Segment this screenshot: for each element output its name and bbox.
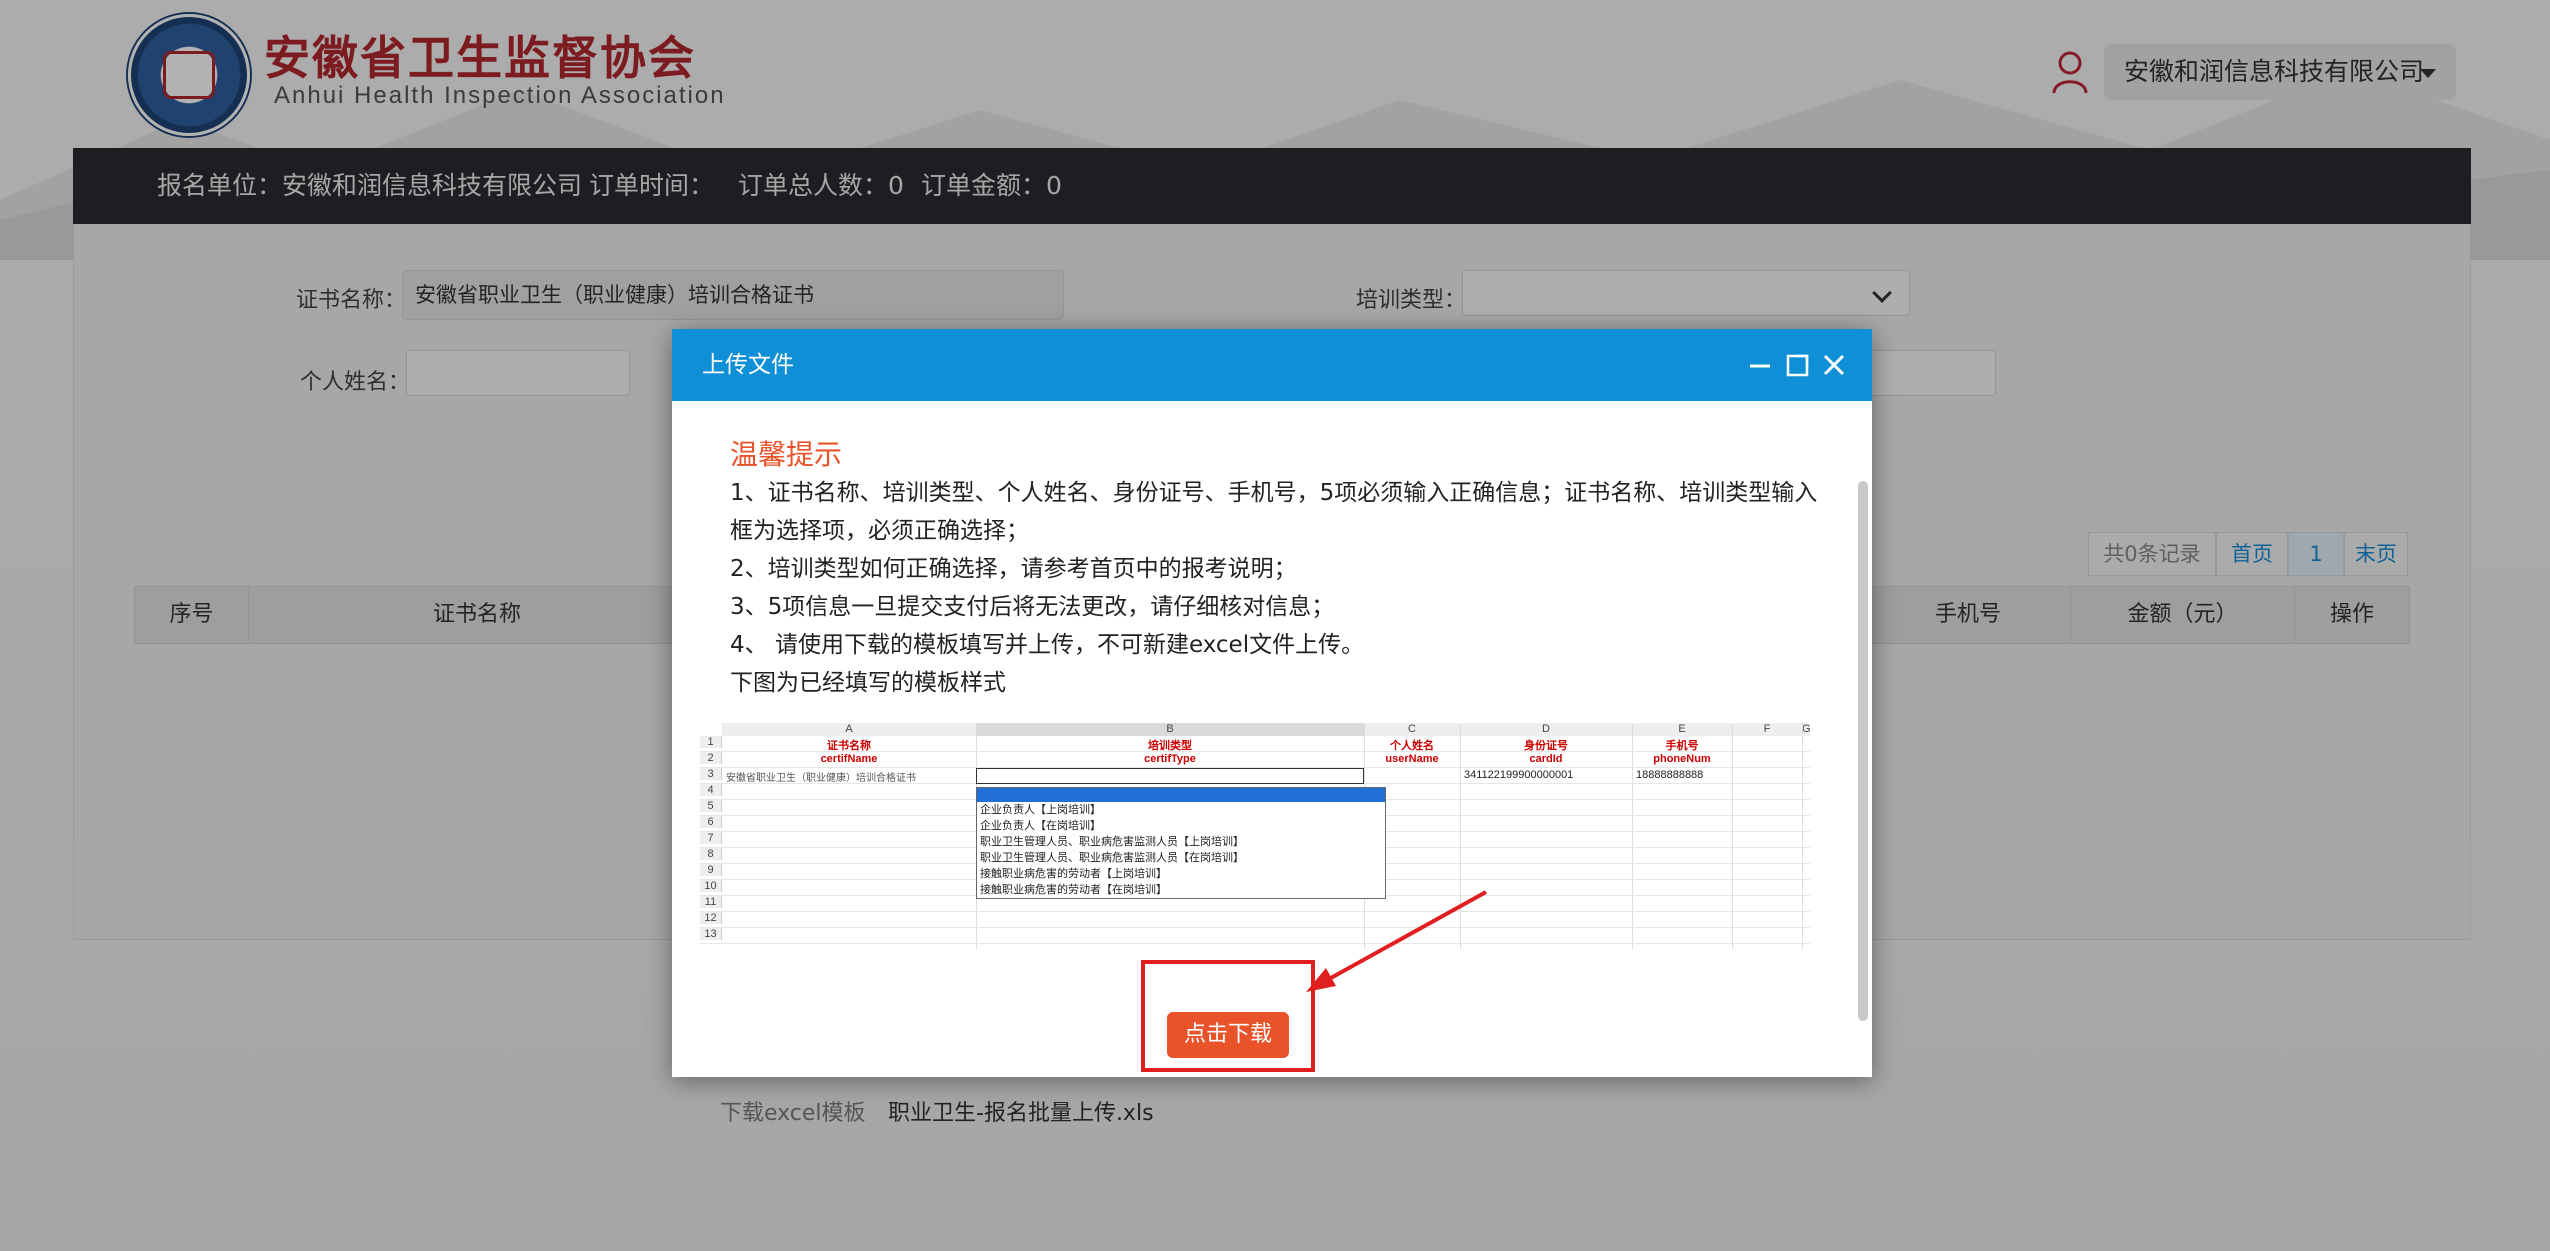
- modal-header: 上传文件: [672, 329, 1872, 401]
- sheet-header-cn: 手机号: [1665, 740, 1699, 752]
- tip-line-4: 4、 请使用下载的模板填写并上传，不可新建excel文件上传。: [730, 632, 1365, 658]
- download-template-label: 下载excel模板: [720, 1101, 866, 1126]
- template-sample-image: A B C D E F G 1 2 3 4 5 6 7 8 9 10 11 12…: [700, 723, 1810, 949]
- sheet-header-en: phoneNum: [1653, 753, 1711, 765]
- sheet-header-cn: 身份证号: [1524, 740, 1568, 752]
- modal-title: 上传文件: [702, 352, 794, 378]
- tip-line-1: 1、证书名称、培训类型、个人姓名、身份证号、手机号，5项必须输入正确信息；证书名…: [730, 480, 1818, 506]
- modal-scrollbar[interactable]: [1858, 481, 1868, 1021]
- tip-title: 温馨提示: [730, 438, 843, 471]
- tip-line-2: 2、培训类型如何正确选择，请参考首页中的报考说明；: [730, 556, 1297, 582]
- tip-line-5: 下图为已经填写的模板样式: [730, 670, 1006, 696]
- sheet-cell-id: 341122199900000001: [1464, 769, 1574, 781]
- sheet-dropdown-list: 企业负责人【上岗培训】 企业负责人【在岗培训】 职业卫生管理人员、职业病危害监测…: [976, 787, 1386, 899]
- close-icon[interactable]: [1820, 351, 1848, 379]
- dropdown-option: 接触职业病危害的劳动者【在岗培训】: [980, 884, 1167, 896]
- download-file-name: 职业卫生-报名批量上传.xls: [888, 1101, 1154, 1126]
- sheet-col-g: G: [1802, 723, 1810, 736]
- sheet-header-en: certifName: [820, 753, 878, 765]
- sheet-col-a: A: [722, 723, 976, 736]
- tip-line-1b: 框为选择项，必须正确选择；: [730, 518, 1029, 544]
- sheet-col-e: E: [1632, 723, 1732, 736]
- dropdown-option: 接触职业病危害的劳动者【上岗培训】: [980, 868, 1167, 880]
- dropdown-option: 职业卫生管理人员、职业病危害监测人员【上岗培训】: [980, 836, 1244, 848]
- minimize-icon[interactable]: [1746, 351, 1774, 379]
- sheet-cell-cert: 安徽省职业卫生（职业健康）培训合格证书: [726, 773, 916, 784]
- sheet-header-cn: 培训类型: [1148, 740, 1192, 752]
- sheet-row: [700, 928, 1810, 944]
- dropdown-option: 职业卫生管理人员、职业病危害监测人员【在岗培训】: [980, 852, 1244, 864]
- dropdown-option: 企业负责人【在岗培训】: [980, 820, 1101, 832]
- dropdown-option: 企业负责人【上岗培训】: [980, 804, 1101, 816]
- sheet-col-c: C: [1364, 723, 1460, 736]
- sheet-header-en: userName: [1385, 753, 1439, 765]
- sheet-col-f: F: [1732, 723, 1802, 736]
- sheet-col-b: B: [976, 723, 1364, 736]
- tip-line-3: 3、5项信息一旦提交支付后将无法更改，请仔细核对信息；: [730, 594, 1335, 620]
- download-button[interactable]: 点击下载: [1167, 1012, 1289, 1058]
- sheet-header-en: cardId: [1529, 753, 1563, 765]
- sheet-cell-phone: 18888888888: [1636, 769, 1704, 781]
- sheet-cell-selected: [976, 768, 1364, 784]
- sheet-header-en: certifType: [1144, 753, 1196, 765]
- sheet-header-cn: 个人姓名: [1390, 740, 1434, 752]
- sheet-row: [700, 912, 1810, 928]
- maximize-icon[interactable]: [1784, 351, 1812, 379]
- dropdown-selected-row: [977, 788, 1385, 802]
- sheet-header-cn: 证书名称: [827, 740, 871, 752]
- sheet-col-d: D: [1460, 723, 1632, 736]
